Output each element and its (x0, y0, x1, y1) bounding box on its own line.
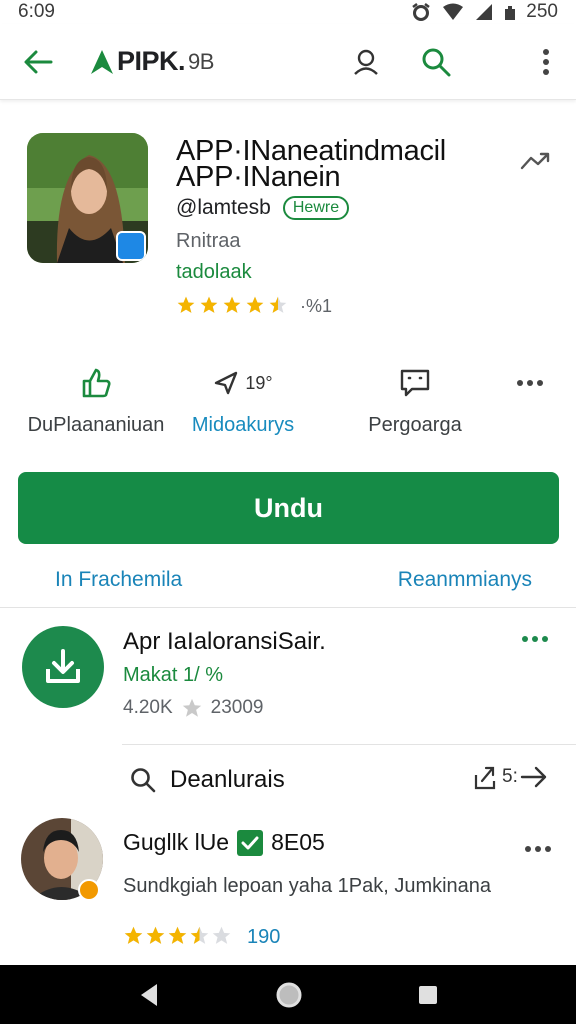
app-bar: PIPK. 9B (0, 24, 576, 100)
back-triangle-icon[interactable] (137, 982, 161, 1008)
action-like[interactable]: DuPlaananiuan (26, 366, 166, 437)
share-button[interactable]: 5: (472, 763, 548, 791)
review-text: Sundkgiah lepoan yaha 1Pak, Jumkinana (123, 875, 492, 897)
verified-check-icon (237, 829, 264, 856)
brand-leaf-icon (91, 49, 113, 74)
install-button[interactable]: Undu (18, 472, 559, 544)
rating-text: ·%1 (300, 295, 333, 316)
action-like-label: DuPlaananiuan (27, 414, 165, 436)
link-left[interactable]: In Frachemila (55, 568, 182, 592)
account-button[interactable] (346, 42, 386, 82)
related-app-title[interactable]: Apr IaIaloransiSair. (123, 628, 326, 656)
action-share-count: 19° (245, 372, 273, 393)
share-count: 5: (502, 766, 518, 787)
send-icon (215, 371, 238, 395)
search-reviews-row[interactable]: Deanlurais 5: (122, 744, 576, 816)
action-more-icon-wrap (516, 366, 544, 400)
signal-icon (476, 4, 493, 20)
share-icon (474, 766, 496, 790)
more-vertical-icon (543, 49, 549, 75)
action-share-label: Midoakurys (191, 414, 295, 436)
reviewer-code: 8E05 (271, 829, 325, 855)
action-more[interactable] (510, 366, 550, 400)
review-helpful-count[interactable]: 190 (247, 926, 280, 949)
reviewer-name-row: Gugllk lUe 8E05 (123, 829, 325, 856)
action-message-label: Pergoarga (368, 414, 462, 436)
message-icon (400, 369, 430, 397)
system-nav-bar (0, 965, 576, 1024)
star-icon (177, 296, 195, 313)
link-right[interactable]: Reanmmianys (398, 568, 532, 592)
related-app-icon[interactable] (22, 626, 104, 708)
star-icon (223, 296, 241, 313)
app-title-line2: APP·INanein (176, 161, 341, 193)
developer-name[interactable]: @lamtesb (176, 196, 271, 220)
search-button[interactable] (416, 42, 456, 82)
star-icon (269, 296, 287, 313)
brand-name: PIPK. (117, 46, 186, 76)
action-share[interactable]: 19° Midoakurys (178, 366, 308, 437)
search-icon (130, 767, 156, 798)
action-message[interactable]: Pergoarga (350, 366, 480, 437)
star-outline-icon (182, 698, 201, 717)
app-rating: ·%1 (176, 295, 332, 317)
search-icon (422, 48, 451, 77)
app-category: Rnitraa (176, 230, 241, 252)
related-app-more-button[interactable] (521, 630, 549, 648)
wifi-icon (443, 3, 464, 20)
star-icon (168, 926, 187, 944)
star-icon (212, 926, 231, 944)
search-reviews-label: Deanlurais (170, 766, 285, 793)
star-icon (190, 926, 209, 944)
action-like-icon-wrap (80, 366, 112, 400)
account-icon (354, 49, 378, 75)
thumb-up-icon (82, 368, 111, 398)
battery-icon (505, 6, 516, 20)
related-app-count: 23009 (210, 697, 264, 718)
brand-logo: PIPK. 9B (90, 46, 214, 77)
app-icon (27, 133, 148, 263)
star-icon (124, 926, 143, 944)
arrow-right-icon (520, 766, 547, 788)
more-horizontal-icon (525, 846, 551, 852)
action-message-icon-wrap (400, 366, 430, 400)
app-icon-badge (116, 231, 146, 261)
reviewer-name: Gugllk lUe (123, 829, 230, 855)
back-button[interactable] (18, 42, 58, 82)
status-badge: Hewre (282, 196, 350, 220)
trending-button[interactable] (520, 150, 550, 177)
avatar-status-dot (78, 879, 100, 901)
overflow-menu-button[interactable] (526, 42, 566, 82)
download-icon (46, 649, 80, 683)
recents-square-icon[interactable] (417, 984, 439, 1006)
status-bar: 6:09 250 (0, 0, 576, 24)
more-horizontal-icon (522, 636, 548, 642)
related-app-subtitle: Makat 1/ % (123, 664, 224, 686)
star-icon (200, 296, 218, 313)
action-share-icon-wrap: 19° (213, 366, 273, 400)
battery-level: 250 (526, 1, 558, 22)
review-more-button[interactable] (524, 840, 552, 858)
app-contains-label: tadolaak (176, 261, 252, 283)
home-circle-icon[interactable] (275, 981, 303, 1009)
status-icons: 250 (410, 1, 558, 23)
review-rating: 190 (123, 925, 280, 949)
trending-icon (520, 152, 550, 170)
alarm-icon (412, 3, 431, 21)
star-icon (246, 296, 264, 313)
section-divider (0, 607, 576, 608)
arrow-left-icon (24, 50, 53, 74)
app-title: APP·INaneatindmacil APP·INanein (176, 137, 506, 193)
more-horizontal-icon (517, 380, 543, 386)
star-icon (146, 926, 165, 944)
brand-suffix: 9B (188, 48, 214, 74)
status-time: 6:09 (18, 1, 55, 22)
related-app-meta: 4.20K 23009 (123, 697, 264, 719)
rating-stars (124, 926, 231, 944)
related-app-downloads: 4.20K (123, 697, 173, 718)
rating-stars (177, 296, 287, 313)
developer-row: @lamtesb Hewre (176, 196, 350, 220)
